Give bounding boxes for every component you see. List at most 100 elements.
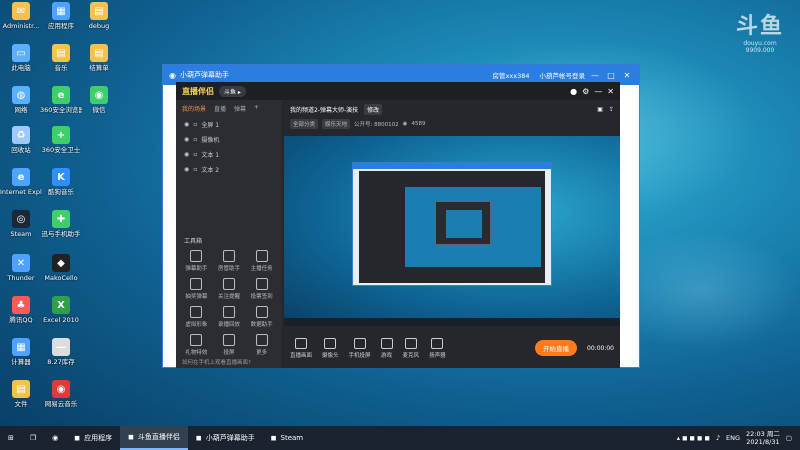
- notification-icon[interactable]: ▢: [786, 434, 792, 442]
- sidebar-tab[interactable]: 我的场景: [182, 104, 206, 113]
- minimize-icon[interactable]: —: [594, 87, 602, 96]
- volume-icon[interactable]: ♪: [716, 434, 720, 442]
- control-button[interactable]: 游戏: [380, 337, 393, 359]
- tool-icon: [222, 278, 235, 290]
- layer-item[interactable]: ◉ ▫ 文本 1: [176, 147, 282, 162]
- clock[interactable]: 22:03 周二 2021/8/31: [746, 430, 780, 446]
- control-button[interactable]: 摄像头: [322, 337, 339, 359]
- desktop-icon[interactable]: ◍ 网络: [0, 86, 42, 114]
- desktop-icon[interactable]: K 酷狗音乐: [40, 168, 82, 196]
- desktop-icon[interactable]: — 8.27库存: [40, 338, 82, 366]
- minimize-button[interactable]: —: [589, 71, 601, 80]
- layer-item[interactable]: ◉ ▫ 全屏 1: [176, 117, 282, 132]
- add-scene-icon[interactable]: +: [254, 104, 259, 113]
- start-live-button[interactable]: 开始直播: [535, 340, 578, 356]
- subcategory-select[interactable]: 娱乐天地: [322, 119, 351, 129]
- stream-preview[interactable]: [284, 136, 620, 326]
- control-button[interactable]: 麦克风: [403, 337, 419, 359]
- tool-button[interactable]: 主播任务: [245, 250, 278, 272]
- app-icon: ◼: [195, 434, 202, 442]
- eye-icon[interactable]: ◉: [184, 136, 189, 143]
- layer-item[interactable]: ◉ ▫ 文本 2: [176, 162, 282, 177]
- settings-icon[interactable]: ⚙: [582, 87, 589, 96]
- app-logo: 直播伴侣: [182, 86, 214, 96]
- taskbar-item[interactable]: ◼ Steam: [263, 426, 311, 450]
- platform-badge[interactable]: 斗鱼 ▸: [219, 85, 246, 97]
- sidebar-tab[interactable]: 直播: [214, 104, 226, 113]
- desktop-icon[interactable]: ▦ 计算器: [0, 338, 42, 366]
- desktop-icon[interactable]: ✉ Administr...: [0, 2, 42, 30]
- taskbar-item[interactable]: ◼ 小葫芦弹幕助手: [188, 426, 263, 450]
- taskbar-item[interactable]: ◼ 应用程序: [66, 426, 120, 450]
- desktop-icon[interactable]: ▭ 此电脑: [0, 44, 42, 72]
- sidebar-tab[interactable]: 弹幕: [234, 104, 246, 113]
- desktop-icon[interactable]: ♣ 腾讯QQ: [0, 296, 42, 324]
- tool-label: 弹幕助手: [185, 266, 208, 272]
- host-user[interactable]: 房管xxx384: [493, 70, 530, 80]
- tray-icons[interactable]: ▴ ◼ ◼ ◼ ◼: [677, 434, 710, 442]
- eye-icon[interactable]: ◉: [184, 151, 189, 158]
- lock-icon[interactable]: ▫: [193, 121, 197, 128]
- control-button[interactable]: 手机投屏: [349, 337, 371, 359]
- tool-button[interactable]: 抽奖弹幕: [180, 278, 213, 300]
- tool-icon: [222, 334, 235, 346]
- desktop-icon-label: 360安全卫士: [41, 146, 81, 154]
- task-view-icon[interactable]: ❐: [22, 426, 44, 450]
- lock-icon[interactable]: ▫: [193, 166, 197, 173]
- desktop-icon[interactable]: e Internet Explorer: [0, 168, 42, 196]
- tool-button[interactable]: 弹幕助手: [180, 250, 213, 272]
- avatar[interactable]: ●: [570, 87, 577, 96]
- desktop-icon[interactable]: ◉ 微信: [78, 86, 120, 114]
- desktop-icon[interactable]: ▤ debug: [78, 2, 120, 30]
- 360-icon[interactable]: ◉: [44, 426, 66, 450]
- lock-icon[interactable]: ▫: [193, 136, 197, 143]
- desktop-icon-glyph: ▤: [12, 380, 30, 398]
- desktop-icon[interactable]: +360安全卫士: [40, 126, 82, 154]
- desktop-icon-label: 网络: [14, 106, 28, 114]
- eye-icon[interactable]: ◉: [184, 121, 189, 128]
- tool-button[interactable]: 礼物特效: [180, 334, 213, 356]
- desktop-icon[interactable]: ◎ Steam: [0, 210, 42, 238]
- desktop-icon-glyph: ▦: [52, 2, 70, 20]
- control-button[interactable]: 直播画面: [290, 337, 312, 359]
- desktop-icon[interactable]: e 360安全浏览器: [40, 86, 82, 114]
- system-tray: ▴ ◼ ◼ ◼ ◼ ♪ ENG 22:03 周二 2021/8/31 ▢: [677, 430, 800, 446]
- tool-button[interactable]: 虚拟形象: [180, 306, 213, 328]
- close-icon[interactable]: ✕: [607, 87, 614, 96]
- host-login-link[interactable]: 小葫芦帐号登录: [540, 70, 586, 80]
- tool-button[interactable]: 投票签到: [245, 278, 278, 300]
- desktop-icon[interactable]: ✕ Thunder: [0, 254, 42, 282]
- desktop-icon[interactable]: ▤ 结算单: [78, 44, 120, 72]
- control-button[interactable]: 扬声器: [429, 337, 446, 359]
- tool-button[interactable]: 更多: [245, 334, 278, 356]
- maximize-button[interactable]: □: [605, 71, 617, 80]
- desktop-icon[interactable]: ✚ 迅与手机助手: [40, 210, 82, 238]
- close-button[interactable]: ✕: [621, 71, 633, 80]
- desktop-icon[interactable]: ▤ 音乐: [40, 44, 82, 72]
- share-icon[interactable]: ⇪: [609, 106, 614, 113]
- category-select[interactable]: 全部分类: [290, 119, 319, 129]
- desktop-icon[interactable]: ▦ 应用程序: [40, 2, 82, 30]
- lock-icon[interactable]: ▫: [193, 151, 197, 158]
- tool-button[interactable]: 录播回放: [213, 306, 246, 328]
- start-button[interactable]: ⊞: [0, 426, 22, 450]
- taskbar-item[interactable]: ◼ 斗鱼直播伴侣: [120, 426, 188, 450]
- desktop-icon[interactable]: X Excel 2010: [40, 296, 82, 324]
- language-indicator[interactable]: ENG: [726, 434, 740, 442]
- tool-button[interactable]: 房管助手: [213, 250, 246, 272]
- layer-item[interactable]: ◉ ▫ 摄像机: [176, 132, 282, 147]
- tool-button[interactable]: 关注提醒: [213, 278, 246, 300]
- desktop-icon[interactable]: ♻ 回收站: [0, 126, 42, 154]
- eye-icon[interactable]: ◉: [184, 166, 189, 173]
- help-link[interactable]: 如何在手机上观看直播画面?: [182, 358, 251, 366]
- edit-button[interactable]: 修改: [364, 104, 383, 115]
- tool-label: 抽奖弹幕: [185, 294, 208, 300]
- desktop-icon[interactable]: ◆ MakoCello: [40, 254, 82, 282]
- tool-button[interactable]: 数据助手: [245, 306, 278, 328]
- desktop-icon-glyph: e: [12, 168, 30, 186]
- desktop-icon[interactable]: ◉ 网易云音乐: [40, 380, 82, 408]
- desktop-icon[interactable]: ▤ 文件: [0, 380, 42, 408]
- desktop-icon-glyph: ✚: [52, 210, 70, 228]
- tool-button[interactable]: 投屏: [213, 334, 246, 356]
- lock-icon[interactable]: ▣: [597, 106, 603, 113]
